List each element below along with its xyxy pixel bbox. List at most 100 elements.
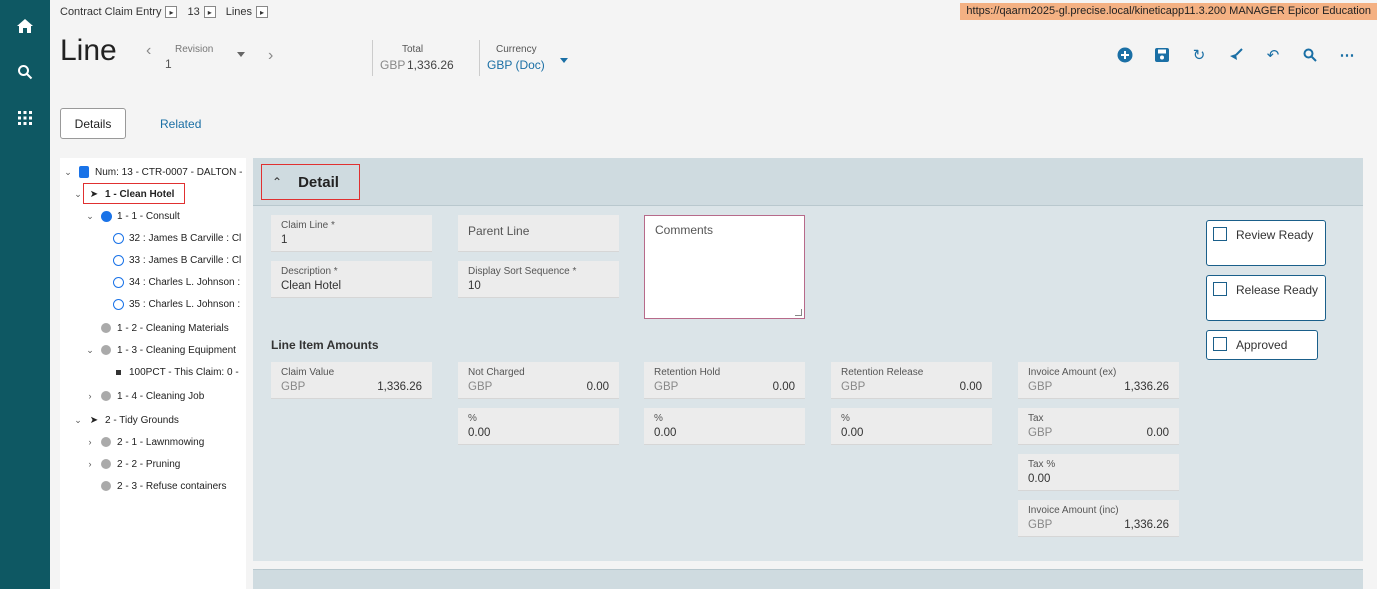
breadcrumb-lines[interactable]: Lines [226, 6, 252, 18]
tree-item[interactable]: ⌄ 1 - 1 - Consult [84, 207, 180, 225]
not-charged-field[interactable]: Not Charged GBP 0.00 [458, 362, 619, 399]
tax-field[interactable]: Tax GBP 0.00 [1018, 408, 1179, 445]
tree-item[interactable]: 33 : James B Carville : Cl [112, 251, 241, 269]
tab-related[interactable]: Related [160, 117, 201, 131]
chevron-down-icon[interactable]: ⌄ [84, 345, 96, 356]
currency-value[interactable]: GBP (Doc) [487, 58, 545, 72]
chevron-right-icon[interactable]: ▸ [203, 6, 216, 18]
chevron-left-icon[interactable]: ‹ [146, 42, 151, 60]
tree-item-label: 1 - 1 - Consult [117, 210, 180, 222]
tree-item[interactable]: 34 : Charles L. Johnson : [112, 273, 240, 291]
currency-dropdown-icon[interactable] [560, 58, 568, 63]
revision-dropdown-icon[interactable] [237, 52, 245, 57]
tree-item-label: 100PCT - This Claim: 0 - [129, 366, 239, 378]
chevron-right-icon[interactable]: › [268, 47, 273, 65]
save-icon[interactable] [1152, 45, 1172, 65]
more-icon[interactable]: ⋯ [1337, 45, 1357, 65]
dot-icon [100, 480, 112, 492]
tree-item-label: Num: 13 - CTR-0007 - DALTON - R [95, 166, 246, 178]
breadcrumb-claim-number[interactable]: 13 [187, 6, 199, 18]
dot-icon [100, 210, 112, 222]
tree-item[interactable]: 1 - 2 - Cleaning Materials [100, 319, 229, 337]
detail-title: Detail [298, 173, 339, 191]
retention-hold-percent-field[interactable]: % 0.00 [644, 408, 805, 445]
dot-icon [100, 322, 112, 334]
chevron-right-icon[interactable]: › [84, 437, 96, 447]
database-icon [78, 166, 90, 178]
chevron-right-icon[interactable]: ▸ [165, 6, 178, 18]
total-value: 1,336.26 [407, 58, 454, 72]
search-icon[interactable] [13, 60, 37, 84]
tree-item[interactable]: › 2 - 2 - Pruning [84, 455, 181, 473]
checkbox-icon[interactable] [1213, 227, 1227, 241]
chevron-down-icon[interactable]: ⌄ [72, 189, 84, 200]
tree-root[interactable]: ⌄ Num: 13 - CTR-0007 - DALTON - R [62, 163, 246, 181]
tree-item-label: 1 - 4 - Cleaning Job [117, 390, 205, 402]
flag-icon: ➤ [89, 188, 99, 200]
chevron-right-icon[interactable]: ▸ [256, 6, 269, 18]
release-ready-checkbox[interactable]: Release Ready [1206, 275, 1326, 321]
approved-checkbox[interactable]: Approved [1206, 330, 1318, 360]
tree-item[interactable]: ⌄ 1 - 3 - Cleaning Equipment [84, 341, 236, 359]
retention-hold-field[interactable]: Retention Hold GBP 0.00 [644, 362, 805, 399]
chevron-right-icon[interactable]: › [84, 391, 96, 401]
revision-label: Revision [175, 44, 214, 55]
apps-grid-icon[interactable] [13, 106, 37, 130]
chevron-up-icon[interactable]: ⌃ [272, 175, 282, 189]
tree-item-label: 32 : James B Carville : Cl [129, 232, 242, 244]
clock-icon [112, 232, 124, 244]
add-icon[interactable] [1115, 45, 1135, 65]
tree-item[interactable]: 35 : Charles L. Johnson : [112, 295, 240, 313]
display-sort-sequence-field[interactable]: Display Sort Sequence * 10 [458, 261, 619, 298]
tree-item[interactable]: 2 - 3 - Refuse containers [100, 477, 227, 495]
invoice-amount-inc-field[interactable]: Invoice Amount (inc) GBP 1,336.26 [1018, 500, 1179, 537]
total-currency: GBP [380, 58, 406, 72]
tree-item[interactable]: › 1 - 4 - Cleaning Job [84, 387, 205, 405]
tree-item[interactable]: 32 : James B Carville : Cl [112, 229, 241, 247]
detail-panel: ⌃ Detail Claim Line * 1 Parent Line Desc… [253, 158, 1363, 561]
tree-item[interactable]: ⌄ ➤ 2 - Tidy Grounds [72, 411, 179, 429]
tree-item[interactable]: ⌄ ➤ 1 - Clean Hotel [72, 185, 174, 203]
line-tree: ⌄ Num: 13 - CTR-0007 - DALTON - R ⌄ ➤ 1 … [60, 158, 246, 589]
claim-line-field[interactable]: Claim Line * 1 [271, 215, 432, 252]
tree-item-label: 1 - 3 - Cleaning Equipment [117, 344, 236, 356]
toolbar: ↻ ↶ ⋯ [1098, 45, 1357, 65]
refresh-icon[interactable]: ↻ [1189, 45, 1209, 65]
chevron-down-icon[interactable]: ⌄ [84, 211, 96, 222]
dot-icon [100, 390, 112, 402]
chevron-right-icon[interactable]: › [84, 459, 96, 469]
chevron-down-icon[interactable]: ⌄ [72, 415, 84, 426]
clear-icon[interactable] [1226, 45, 1246, 65]
parent-line-field[interactable]: Parent Line [458, 215, 619, 252]
tax-percent-field[interactable]: Tax % 0.00 [1018, 454, 1179, 491]
tree-item[interactable]: 100PCT - This Claim: 0 - [112, 363, 239, 381]
tab-details[interactable]: Details [60, 108, 126, 139]
breadcrumb: Contract Claim Entry ▸ 13 ▸ Lines ▸ [60, 6, 278, 18]
invoice-amount-ex-field[interactable]: Invoice Amount (ex) GBP 1,336.26 [1018, 362, 1179, 399]
retention-release-percent-field[interactable]: % 0.00 [831, 408, 992, 445]
breadcrumb-contract-claim-entry[interactable]: Contract Claim Entry [60, 6, 161, 18]
undo-icon[interactable]: ↶ [1263, 45, 1283, 65]
tree-item[interactable]: › 2 - 1 - Lawnmowing [84, 433, 205, 451]
comments-field[interactable]: Comments [644, 215, 805, 319]
chevron-down-icon[interactable]: ⌄ [62, 167, 74, 178]
square-icon [112, 366, 124, 378]
clock-icon [112, 276, 124, 288]
revision-value[interactable]: 1 [165, 57, 172, 71]
resize-handle-icon[interactable] [795, 309, 802, 316]
line-item-amounts-heading: Line Item Amounts [271, 338, 379, 352]
checkbox-icon[interactable] [1213, 282, 1227, 296]
dot-icon [100, 436, 112, 448]
checkbox-icon[interactable] [1213, 337, 1227, 351]
tree-item-label: 33 : James B Carville : Cl [129, 254, 242, 266]
retention-release-field[interactable]: Retention Release GBP 0.00 [831, 362, 992, 399]
detail-collapse-toggle[interactable]: ⌃ Detail [261, 164, 360, 200]
home-icon[interactable] [13, 14, 37, 38]
search-icon[interactable] [1300, 45, 1320, 65]
claim-value-field[interactable]: Claim Value GBP 1,336.26 [271, 362, 432, 399]
not-charged-percent-field[interactable]: % 0.00 [458, 408, 619, 445]
description-field[interactable]: Description * Clean Hotel [271, 261, 432, 298]
tree-item-label: 34 : Charles L. Johnson : [129, 276, 241, 288]
review-ready-checkbox[interactable]: Review Ready [1206, 220, 1326, 266]
next-panel-header [253, 569, 1363, 589]
